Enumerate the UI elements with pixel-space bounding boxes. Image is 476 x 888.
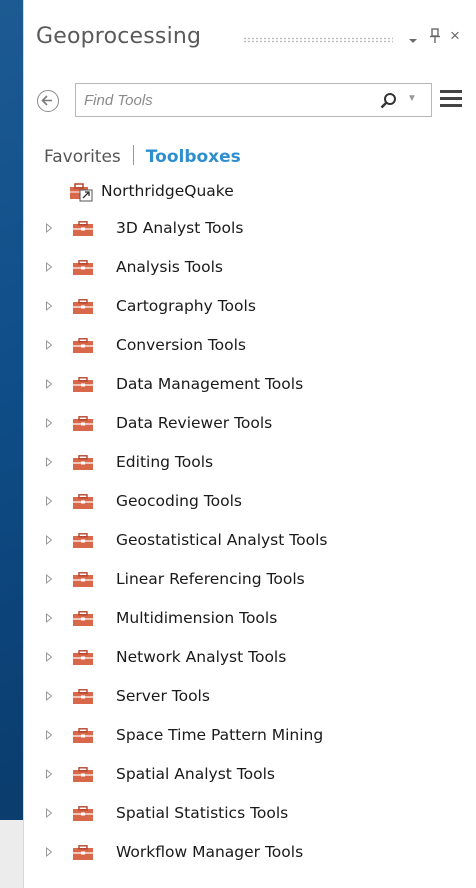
project-toolbox-label: NorthridgeQuake [101,182,234,200]
toolbox-icon [73,533,93,548]
toolbox-item[interactable]: Geostatistical Analyst Tools [24,521,476,560]
hamburger-menu-icon[interactable] [440,90,462,110]
toolbox-icon [73,767,93,782]
expand-arrow-icon[interactable] [45,808,53,818]
project-toolbox-item[interactable]: NorthridgeQuake [69,180,234,202]
toolbox-icon [73,650,93,665]
back-button[interactable] [37,90,59,112]
toolbox-item[interactable]: Network Analyst Tools [24,638,476,677]
toolbox-label: Spatial Statistics Tools [116,804,289,822]
search-options-dropdown-icon[interactable]: ▼ [407,93,417,104]
toolbox-item[interactable]: Server Tools [24,677,476,716]
pane-titlebar[interactable]: Geoprocessing × [36,24,466,58]
toolbox-label: Multidimension Tools [116,609,278,627]
toolbox-icon [73,221,93,236]
toolbox-label: Data Reviewer Tools [116,414,273,432]
expand-arrow-icon[interactable] [45,730,53,740]
toolbox-icon [73,845,93,860]
expand-arrow-icon[interactable] [45,535,53,545]
toolbox-icon [73,494,93,509]
search-icon[interactable] [379,91,399,116]
toolbox-icon [73,572,93,587]
toolbox-icon [73,338,93,353]
expand-arrow-icon[interactable] [45,574,53,584]
expand-arrow-icon[interactable] [45,340,53,350]
toolbox-label: Spatial Analyst Tools [116,765,275,783]
pin-icon[interactable] [429,28,441,48]
pane-tabs: Favorites Toolboxes [44,145,241,169]
toolbox-item[interactable]: Geocoding Tools [24,482,476,521]
find-tools-input[interactable] [84,90,354,110]
expand-arrow-icon[interactable] [45,223,53,233]
toolbox-label: Data Management Tools [116,375,304,393]
toolbox-icon [73,299,93,314]
toolbox-list: 3D Analyst Tools Analysis Tools Cartogra… [24,209,476,872]
toolbox-item[interactable]: Data Reviewer Tools [24,404,476,443]
toolbox-label: Network Analyst Tools [116,648,287,666]
toolbox-icon [73,728,93,743]
toolbox-item[interactable]: Conversion Tools [24,326,476,365]
toolbox-label: Workflow Manager Tools [116,843,304,861]
expand-arrow-icon[interactable] [45,457,53,467]
toolbox-item[interactable]: Analysis Tools [24,248,476,287]
toolbox-item[interactable]: Spatial Statistics Tools [24,794,476,833]
toolbox-item[interactable]: 3D Analyst Tools [24,209,476,248]
toolbox-label: Analysis Tools [116,258,223,276]
drag-grip[interactable] [243,37,393,43]
toolbox-item[interactable]: Spatial Analyst Tools [24,755,476,794]
toolbox-label: Space Time Pattern Mining [116,726,324,744]
pane-options-dropdown-icon[interactable] [408,32,418,49]
project-toolbox-icon [70,183,93,202]
toolbox-label: Server Tools [116,687,210,705]
close-icon[interactable]: × [450,26,460,46]
expand-arrow-icon[interactable] [45,847,53,857]
tab-toolboxes[interactable]: Toolboxes [146,147,241,167]
toolbox-item[interactable]: Space Time Pattern Mining [24,716,476,755]
toolbox-item[interactable]: Workflow Manager Tools [24,833,476,872]
tab-favorites[interactable]: Favorites [44,147,121,167]
tab-separator [132,145,134,165]
expand-arrow-icon[interactable] [45,691,53,701]
toolbox-icon [73,689,93,704]
find-tools-search-box[interactable]: ▼ [75,83,432,117]
toolbox-item[interactable]: Cartography Tools [24,287,476,326]
toolbox-item[interactable]: Multidimension Tools [24,599,476,638]
expand-arrow-icon[interactable] [45,301,53,311]
toolbox-item[interactable]: Data Management Tools [24,365,476,404]
toolbox-icon [73,260,93,275]
expand-arrow-icon[interactable] [45,262,53,272]
expand-arrow-icon[interactable] [45,418,53,428]
geoprocessing-pane: Geoprocessing × ▼ [23,0,476,888]
expand-arrow-icon[interactable] [45,496,53,506]
toolbox-icon [73,611,93,626]
toolbox-label: Geostatistical Analyst Tools [116,531,328,549]
toolbox-icon [73,377,93,392]
pane-title: Geoprocessing [36,24,202,49]
toolbox-label: Cartography Tools [116,297,256,315]
expand-arrow-icon[interactable] [45,652,53,662]
toolbox-icon [73,416,93,431]
toolbox-item[interactable]: Linear Referencing Tools [24,560,476,599]
toolbox-label: Linear Referencing Tools [116,570,305,588]
toolbox-label: Conversion Tools [116,336,247,354]
toolbox-icon [73,806,93,821]
toolbox-icon [73,455,93,470]
expand-arrow-icon[interactable] [45,769,53,779]
toolbox-label: 3D Analyst Tools [116,219,244,237]
back-arrow-icon [41,95,52,106]
toolbox-label: Editing Tools [116,453,214,471]
toolbox-item[interactable]: Editing Tools [24,443,476,482]
expand-arrow-icon[interactable] [45,379,53,389]
expand-arrow-icon[interactable] [45,613,53,623]
toolbox-label: Geocoding Tools [116,492,242,510]
